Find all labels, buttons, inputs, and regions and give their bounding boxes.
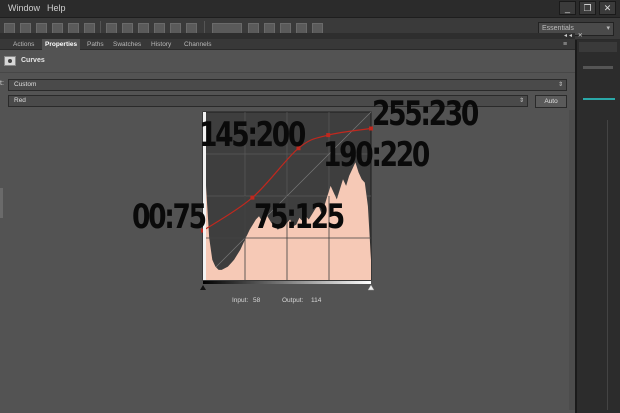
- panel-title: Curves: [21, 57, 45, 64]
- menu-window[interactable]: Window: [8, 3, 40, 13]
- tab-paths[interactable]: Paths: [84, 39, 107, 50]
- point-label-3: 190:220: [323, 135, 430, 175]
- workspace-value: Essentials: [542, 25, 574, 32]
- layer-selection-highlight: [583, 98, 615, 100]
- panel-menu-icon[interactable]: ≡: [563, 39, 567, 50]
- close-button[interactable]: ✕: [599, 1, 616, 15]
- menu-help[interactable]: Help: [47, 3, 66, 13]
- tab-properties[interactable]: Properties: [42, 39, 81, 50]
- black-point-slider[interactable]: [200, 285, 206, 290]
- panel-bar: [583, 66, 613, 69]
- properties-header: Curves: [0, 51, 575, 73]
- tab-swatches[interactable]: Swatches: [110, 39, 144, 50]
- auto-button[interactable]: Auto: [535, 95, 567, 108]
- minimize-button[interactable]: _: [559, 1, 576, 15]
- point-label-4: 255:230: [372, 94, 479, 134]
- panel-header: [579, 42, 617, 52]
- right-panel-column: [575, 40, 620, 413]
- preset-value: Custom: [14, 81, 37, 88]
- output-readout-label: Output:: [282, 297, 304, 304]
- point-label-2: 145:200: [199, 115, 306, 155]
- window-controls: _ ❐ ✕: [559, 1, 616, 15]
- point-label-1: 75:125: [254, 197, 345, 237]
- panel-collapse-controls[interactable]: ◂◂ ✕: [564, 32, 585, 39]
- chevron-down-icon: ▾: [606, 25, 610, 32]
- tab-history[interactable]: History: [148, 39, 174, 50]
- chevron-updown-icon: ⇕: [557, 82, 563, 88]
- left-tool-edge: [0, 188, 3, 218]
- input-readout-label: Input:: [232, 297, 249, 304]
- preset-dropdown[interactable]: Custom ⇕: [8, 79, 567, 91]
- restore-button[interactable]: ❐: [579, 1, 596, 15]
- panel-scrollbar[interactable]: [569, 110, 575, 410]
- menu-bar: Window Help _ ❐ ✕: [0, 0, 620, 18]
- panel-tab-bar: Actions Properties Paths Swatches Histor…: [0, 39, 575, 50]
- input-gradient-bar: [203, 281, 371, 284]
- output-readout-value: 114: [311, 297, 322, 304]
- input-readout-value: 58: [253, 297, 261, 304]
- panel-edge: [575, 40, 577, 413]
- white-point-slider[interactable]: [367, 284, 375, 291]
- panel-divider: [607, 120, 608, 410]
- preset-label: t:: [0, 80, 4, 87]
- point-label-0: 00:75: [132, 197, 207, 237]
- channel-value: Red: [14, 97, 26, 104]
- tab-actions[interactable]: Actions: [10, 39, 37, 50]
- curves-adjustment-icon: [4, 56, 16, 66]
- tab-channels[interactable]: Channels: [181, 39, 214, 50]
- chevron-updown-icon: ⇕: [518, 98, 524, 104]
